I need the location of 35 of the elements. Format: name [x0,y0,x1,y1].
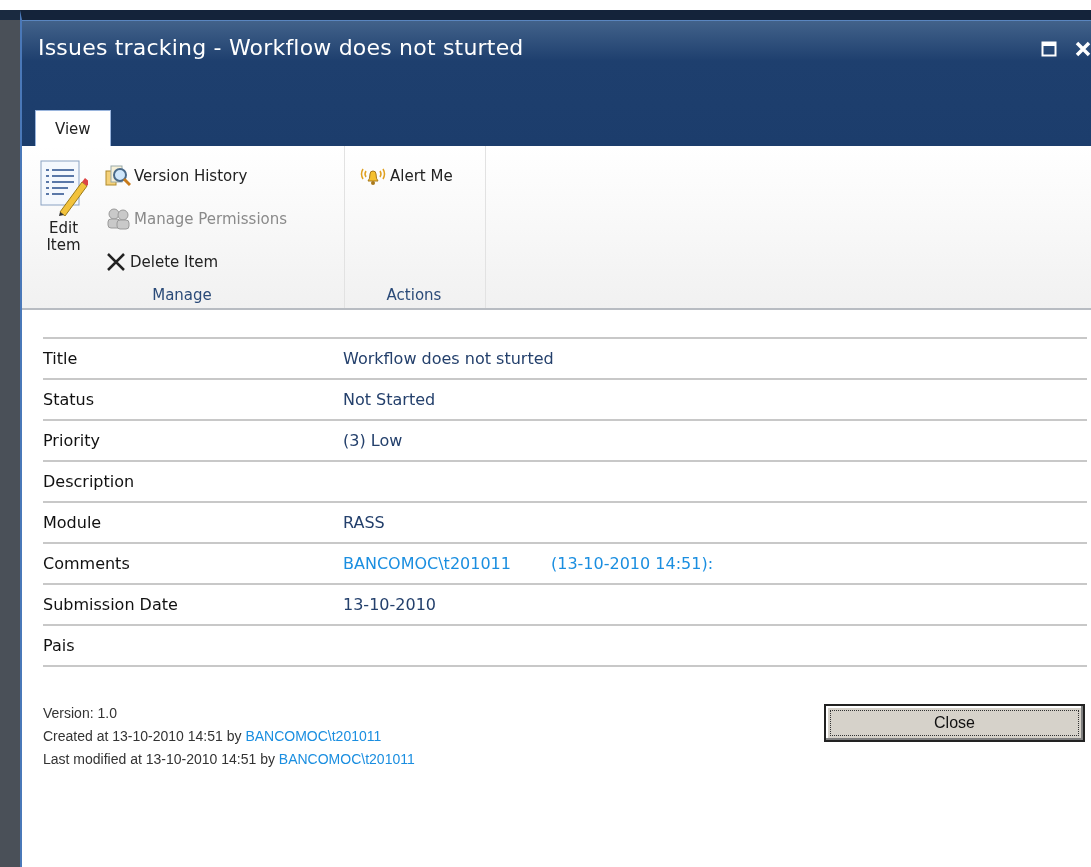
delete-icon [105,250,127,273]
field-label: Pais [43,636,76,655]
link[interactable]: (13-10-2010 14:51): [550,554,714,573]
close-icon[interactable] [1075,41,1091,57]
document-pencil-icon [39,160,88,216]
documents-magnifier-icon [105,162,131,189]
link[interactable]: BANCOMOC\t201011 [278,751,415,767]
window-title: Issues tracking - Workflow does not sturted [38,35,524,60]
maximize-icon[interactable] [1041,41,1057,57]
field-label: Status [43,390,95,409]
field-value: 13-10-2010 [343,595,436,614]
group-label: Manage [151,286,213,304]
documents-magnifier-button[interactable]: Version History [105,156,288,195]
field-value: Workflow does not sturted [343,349,554,368]
field-label: Description [43,472,136,491]
field-label: Submission Date [43,595,179,614]
link[interactable]: BANCOMOC\t201011 [343,554,511,573]
link[interactable]: BANCOMOC\t201011 [245,728,382,744]
delete-button[interactable]: Delete Item [105,242,288,281]
field-value: RASS [343,513,385,532]
people-icon [105,205,131,232]
field-value: (3) Low [343,431,403,450]
view-tab[interactable]: View [35,110,111,146]
close-button[interactable]: Close [824,704,1085,742]
info-text: Created at 13-10-2010 14:51 by BANCOMOC\t201011 [43,727,383,746]
field-label: Title [43,349,79,368]
info-text: Last modified at 13-10-2010 14:51 by BANCOMOC\t201011 [43,750,415,769]
group-label: Actions [385,286,443,304]
bell-button[interactable]: Alert Me [359,156,453,195]
version-text: Version: 1.0 [43,704,118,723]
field-label: Module [43,513,103,532]
document-pencil-button[interactable]: Edit Item [36,156,91,281]
field-label: Priority [43,431,101,450]
field-value: Not Started [343,390,436,409]
field-label: Comments [43,554,131,573]
